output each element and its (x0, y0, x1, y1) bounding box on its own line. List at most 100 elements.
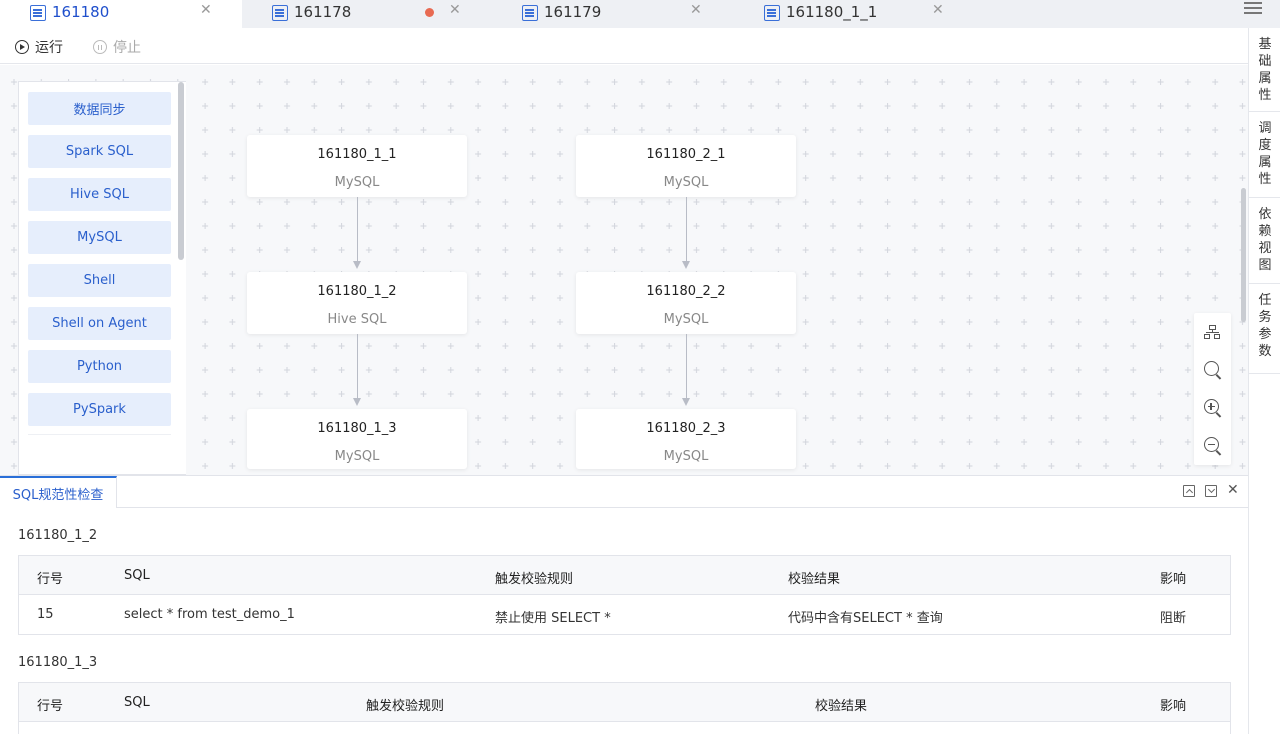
column-header: 校验结果 (788, 572, 841, 587)
node-name: 161180_1_3 (317, 421, 397, 436)
palette-item-python[interactable]: Python (28, 350, 171, 383)
column-header: 行号 (37, 699, 64, 714)
palette-item-data-sync[interactable]: 数据同步 (28, 92, 171, 125)
column-header: 触发校验规则 (495, 572, 574, 587)
fit-view-button[interactable] (1194, 351, 1231, 389)
tab-161180[interactable]: 161180 ✕ (0, 0, 242, 28)
table-row: 15 select * from test_demo_1 禁止使用 SELECT… (19, 595, 1230, 634)
arrow-down-icon (353, 398, 361, 406)
play-icon (15, 40, 29, 54)
canvas-controls (1194, 313, 1231, 465)
column-header: 影响 (1160, 572, 1187, 587)
table-header: 行号 SQL 触发校验规则 校验结果 影响 (19, 556, 1230, 595)
tab-label: 161180 (52, 3, 110, 21)
tab-schedule-properties[interactable]: 调度属性 (1249, 112, 1280, 198)
column-header: 校验结果 (815, 699, 868, 714)
stop-button[interactable]: 停止 (93, 37, 141, 57)
tab-161178[interactable]: 161178 ✕ (242, 0, 492, 28)
column-header: 行号 (37, 572, 64, 587)
node-type: MySQL (334, 449, 380, 464)
tab-bar: 161180 ✕ 161178 ✕ 161179 ✕ 161180_1_1 ✕ (0, 0, 1280, 28)
arrow-down-icon (353, 261, 361, 269)
tab-161179[interactable]: 161179 ✕ (492, 0, 734, 28)
minimize-icon[interactable] (1205, 485, 1217, 497)
run-label: 运行 (35, 40, 63, 56)
dag-node[interactable]: 161180_2_3 MySQL (576, 409, 796, 469)
zoom-in-button[interactable] (1194, 389, 1231, 427)
tab-label: 基础属性 (1258, 37, 1272, 103)
cell-line-number: 15 (37, 607, 54, 622)
close-icon[interactable]: ✕ (690, 2, 702, 18)
arrow-down-icon (682, 261, 690, 269)
dag-edge (357, 197, 358, 261)
node-type: MySQL (663, 449, 709, 464)
close-icon[interactable]: ✕ (932, 2, 944, 18)
cell-sql: select * from test_demo_1 (124, 607, 295, 622)
list-menu-icon[interactable] (1244, 0, 1264, 16)
dag-edge (357, 334, 358, 398)
divider (117, 507, 1248, 508)
canvas-scrollbar[interactable] (1241, 188, 1246, 322)
tab-basic-properties[interactable]: 基础属性 (1249, 28, 1280, 112)
tab-dependency-view[interactable]: 依赖视图 (1249, 198, 1280, 284)
dag-node[interactable]: 161180_2_1 MySQL (576, 135, 796, 197)
node-name: 161180_2_2 (646, 284, 726, 299)
tab-label: 161179 (544, 3, 602, 21)
palette-item-hive-sql[interactable]: Hive SQL (28, 178, 171, 211)
modified-dot-icon (425, 8, 434, 17)
result-table: 行号 SQL 触发校验规则 校验结果 影响 (18, 682, 1231, 734)
palette-scrollbar[interactable] (178, 82, 184, 260)
right-side-panel: 基础属性 调度属性 依赖视图 任务参数 (1248, 28, 1280, 734)
auto-layout-button[interactable] (1194, 313, 1231, 351)
close-icon[interactable]: ✕ (449, 2, 461, 18)
palette-item-pyspark[interactable]: PySpark (28, 393, 171, 426)
node-name: 161180_2_3 (646, 421, 726, 436)
close-icon[interactable]: ✕ (200, 2, 212, 18)
sql-file-icon (272, 5, 288, 21)
minus-sign (1207, 443, 1215, 445)
palette-item-shell-on-agent[interactable]: Shell on Agent (28, 307, 171, 340)
maximize-icon[interactable] (1183, 485, 1195, 497)
run-button[interactable]: 运行 (15, 37, 63, 57)
palette-divider (28, 434, 171, 435)
dag-node[interactable]: 161180_1_3 MySQL (247, 409, 467, 469)
stop-label: 停止 (113, 40, 141, 56)
node-type: MySQL (663, 312, 709, 327)
tab-label: 依赖视图 (1258, 207, 1272, 273)
section-title: 161180_1_3 (18, 655, 98, 670)
table-header: 行号 SQL 触发校验规则 校验结果 影响 (19, 683, 1230, 722)
column-header: SQL (124, 568, 150, 583)
dag-node[interactable]: 161180_2_2 MySQL (576, 272, 796, 334)
result-table: 行号 SQL 触发校验规则 校验结果 影响 15 select * from t… (18, 555, 1231, 635)
close-icon[interactable]: ✕ (1227, 482, 1239, 498)
table-row (19, 722, 1230, 734)
tab-161180-1-1[interactable]: 161180_1_1 ✕ (734, 0, 984, 28)
column-header: 触发校验规则 (366, 699, 445, 714)
arrow-down-icon (682, 398, 690, 406)
section-title: 161180_1_2 (18, 528, 98, 543)
tab-sql-check[interactable]: SQL规范性检查 (0, 476, 117, 508)
dag-edge (686, 197, 687, 261)
tab-task-parameters[interactable]: 任务参数 (1249, 284, 1280, 374)
toolbar: 运行 停止 (0, 28, 1248, 64)
dag-node[interactable]: 161180_1_1 MySQL (247, 135, 467, 197)
cell-impact: 阻断 (1160, 611, 1187, 626)
pause-icon (93, 40, 107, 54)
dag-node[interactable]: 161180_1_2 Hive SQL (247, 272, 467, 334)
sql-file-icon (30, 5, 46, 21)
task-file-icon (764, 5, 780, 21)
node-name: 161180_2_1 (646, 147, 726, 162)
palette-item-mysql[interactable]: MySQL (28, 221, 171, 254)
node-name: 161180_1_2 (317, 284, 397, 299)
node-type: Hive SQL (327, 312, 387, 327)
sql-file-icon (522, 5, 538, 21)
tab-label: 161180_1_1 (786, 3, 878, 21)
bottom-panel: SQL规范性检查 ✕ 161180_1_2 行号 SQL 触发校验规则 校验结果… (0, 475, 1248, 734)
cell-result: 代码中含有SELECT * 查询 (788, 611, 943, 626)
tab-label: 调度属性 (1258, 121, 1272, 187)
zoom-out-button[interactable] (1194, 427, 1231, 465)
palette-item-spark-sql[interactable]: Spark SQL (28, 135, 171, 168)
palette-item-shell[interactable]: Shell (28, 264, 171, 297)
cell-rule: 禁止使用 SELECT * (495, 611, 611, 626)
search-icon (1204, 361, 1219, 376)
